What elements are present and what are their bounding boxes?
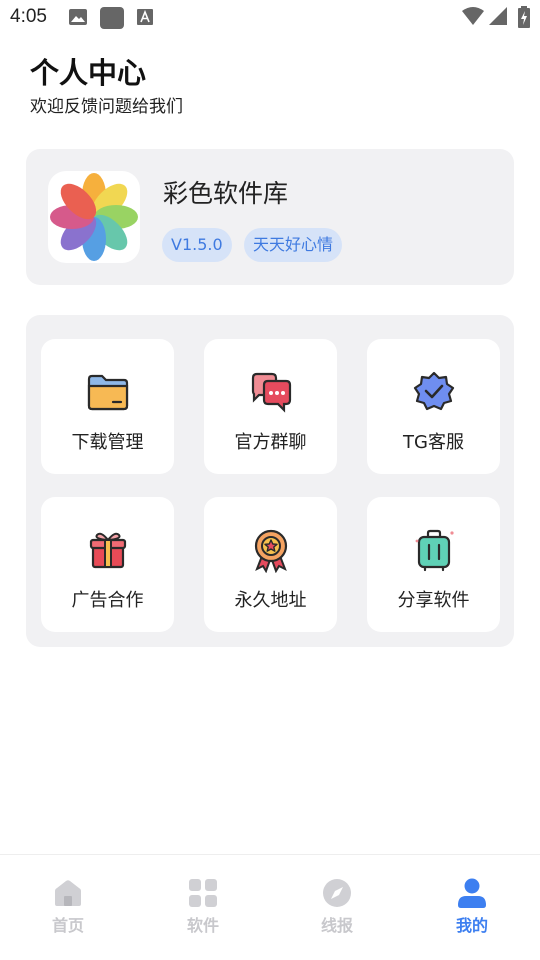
- profile-icon: [458, 878, 486, 908]
- tile-label: 下载管理: [71, 432, 144, 453]
- feature-grid: 下载管理 官方群聊 TG客服 广告合作 永久地址 分享软件: [26, 315, 514, 647]
- font-notification-icon: [137, 9, 153, 25]
- app-info-card: 彩色软件库 V1.5.0 天天好心情: [26, 149, 514, 285]
- wifi-icon: [462, 7, 484, 25]
- signal-icon: [489, 7, 507, 25]
- home-icon: [55, 880, 81, 906]
- image-notification-icon: [69, 9, 87, 25]
- app-notification-icon: [100, 7, 124, 29]
- ad-cooperation-tile[interactable]: 广告合作: [41, 497, 174, 632]
- compass-icon: [323, 879, 351, 907]
- nav-label: 首页: [51, 916, 84, 935]
- nav-label: 软件: [186, 916, 219, 935]
- tg-support-tile[interactable]: TG客服: [367, 339, 500, 474]
- medal-icon: [254, 529, 288, 573]
- version-badge: V1.5.0: [162, 228, 232, 262]
- page-subtitle: 欢迎反馈问题给我们: [30, 97, 183, 117]
- gift-icon: [89, 532, 127, 569]
- tile-label: TG客服: [403, 432, 464, 453]
- folder-icon: [87, 374, 129, 411]
- page-title: 个人中心: [30, 56, 147, 90]
- tile-label: 分享软件: [397, 590, 470, 611]
- app-logo: [48, 171, 140, 263]
- nav-home[interactable]: 首页: [28, 877, 108, 947]
- tile-label: 广告合作: [71, 590, 144, 611]
- app-name: 彩色软件库: [163, 179, 289, 208]
- chat-bubbles-icon: [251, 372, 292, 413]
- tile-label: 官方群聊: [234, 432, 307, 453]
- suitcase-icon: [415, 529, 454, 572]
- download-manager-tile[interactable]: 下载管理: [41, 339, 174, 474]
- verified-badge-icon: [413, 371, 455, 411]
- status-bar: 4:05: [0, 0, 540, 36]
- nav-label: 线报: [320, 916, 353, 935]
- battery-icon: [518, 6, 530, 28]
- tile-label: 永久地址: [234, 590, 307, 611]
- share-software-tile[interactable]: 分享软件: [367, 497, 500, 632]
- official-group-chat-tile[interactable]: 官方群聊: [204, 339, 337, 474]
- flower-logo-icon: [50, 173, 138, 261]
- bottom-navigation: 首页 软件 线报 我的: [0, 854, 540, 960]
- apps-grid-icon: [189, 879, 217, 907]
- status-time: 4:05: [10, 6, 47, 27]
- nav-profile[interactable]: 我的: [432, 877, 512, 947]
- nav-software[interactable]: 软件: [163, 877, 243, 947]
- nav-label: 我的: [455, 916, 488, 935]
- permanent-address-tile[interactable]: 永久地址: [204, 497, 337, 632]
- slogan-badge: 天天好心情: [244, 228, 343, 262]
- nav-deals[interactable]: 线报: [297, 877, 377, 947]
